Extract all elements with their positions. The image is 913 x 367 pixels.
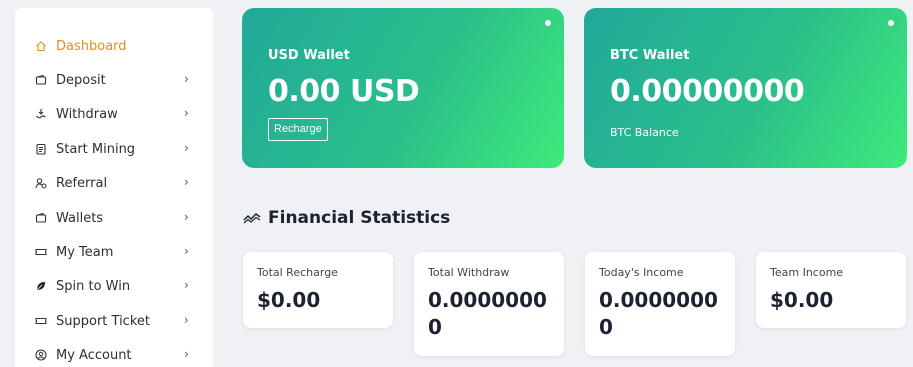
sidebar-item-label: Withdraw	[56, 106, 118, 122]
sidebar-item-my-account[interactable]: My Account ›	[15, 342, 213, 367]
wallet-icon	[34, 73, 48, 87]
btc-balance-label: BTC Balance	[610, 126, 679, 139]
stat-value-line: 0	[599, 315, 613, 339]
stat-value: $0.00	[257, 288, 321, 312]
recharge-button[interactable]: Recharge	[268, 118, 328, 141]
chevron-right-icon: ›	[184, 175, 189, 189]
chevron-right-icon: ›	[184, 210, 189, 224]
sidebar-item-spin-to-win[interactable]: Spin to Win ›	[15, 273, 213, 299]
sidebar-item-start-mining[interactable]: Start Mining ›	[15, 136, 213, 162]
btc-wallet-title: BTC Wallet	[610, 48, 690, 63]
sidebar-item-label: My Team	[56, 244, 114, 260]
sidebar-item-label: Wallets	[56, 210, 104, 226]
wallet-icon	[34, 211, 48, 225]
sidebar: Dashboard Deposit › Withdraw › Start Min…	[15, 8, 213, 367]
leaf-icon	[34, 279, 48, 293]
stat-card-todays-income: Today's Income 0.0000000 0	[585, 252, 735, 356]
stat-label: Team Income	[770, 266, 844, 279]
ticket-icon	[34, 314, 48, 328]
stat-value: 0.0000000 0	[428, 287, 547, 341]
usd-wallet-card: USD Wallet 0.00 USD Recharge	[242, 8, 564, 168]
chevron-right-icon: ›	[184, 141, 189, 155]
indicator-dot	[545, 20, 551, 26]
sidebar-item-label: Dashboard	[56, 38, 127, 54]
stat-label: Today's Income	[599, 266, 684, 279]
chevron-right-icon: ›	[184, 106, 189, 120]
stat-card-total-withdraw: Total Withdraw 0.0000000 0	[414, 252, 564, 356]
stat-card-team-income: Team Income $0.00	[756, 252, 906, 328]
indicator-dot	[888, 20, 894, 26]
stat-card-total-recharge: Total Recharge $0.00	[243, 252, 393, 328]
chevron-right-icon: ›	[184, 313, 189, 327]
sidebar-item-support-ticket[interactable]: Support Ticket ›	[15, 308, 213, 334]
sidebar-item-label: Referral	[56, 175, 108, 191]
sidebar-item-label: Deposit	[56, 72, 106, 88]
users-icon	[34, 176, 48, 190]
stat-value-line: 0.0000000	[599, 288, 718, 312]
section-title-text: Financial Statistics	[268, 208, 451, 228]
stat-value-line: 0	[428, 315, 442, 339]
sidebar-item-withdraw[interactable]: Withdraw ›	[15, 101, 213, 127]
sidebar-item-label: Start Mining	[56, 141, 136, 157]
withdraw-icon	[34, 107, 48, 121]
sidebar-item-wallets[interactable]: Wallets ›	[15, 205, 213, 231]
chart-line-icon	[243, 211, 261, 225]
stat-label: Total Withdraw	[428, 266, 510, 279]
sidebar-item-label: Support Ticket	[56, 313, 150, 329]
chevron-right-icon: ›	[184, 278, 189, 292]
sidebar-item-label: My Account	[56, 347, 132, 363]
stat-value: $0.00	[770, 288, 834, 312]
user-circle-icon	[34, 348, 48, 362]
chevron-right-icon: ›	[184, 347, 189, 361]
sidebar-item-label: Spin to Win	[56, 278, 131, 294]
stat-value: 0.0000000 0	[599, 287, 718, 341]
home-icon	[34, 39, 48, 53]
sidebar-item-dashboard[interactable]: Dashboard	[15, 33, 213, 59]
usd-wallet-title: USD Wallet	[268, 48, 350, 63]
stat-value-line: 0.0000000	[428, 288, 547, 312]
sidebar-item-my-team[interactable]: My Team ›	[15, 239, 213, 265]
stat-label: Total Recharge	[257, 266, 338, 279]
chevron-right-icon: ›	[184, 244, 189, 258]
ticket-icon	[34, 245, 48, 259]
sidebar-item-referral[interactable]: Referral ›	[15, 170, 213, 196]
financial-statistics-heading: Financial Statistics	[243, 207, 450, 229]
clipboard-icon	[34, 142, 48, 156]
chevron-right-icon: ›	[184, 72, 189, 86]
usd-wallet-amount: 0.00 USD	[268, 74, 420, 109]
btc-wallet-card: BTC Wallet 0.00000000 BTC Balance	[584, 8, 907, 168]
btc-wallet-amount: 0.00000000	[610, 74, 805, 109]
sidebar-item-deposit[interactable]: Deposit ›	[15, 67, 213, 93]
